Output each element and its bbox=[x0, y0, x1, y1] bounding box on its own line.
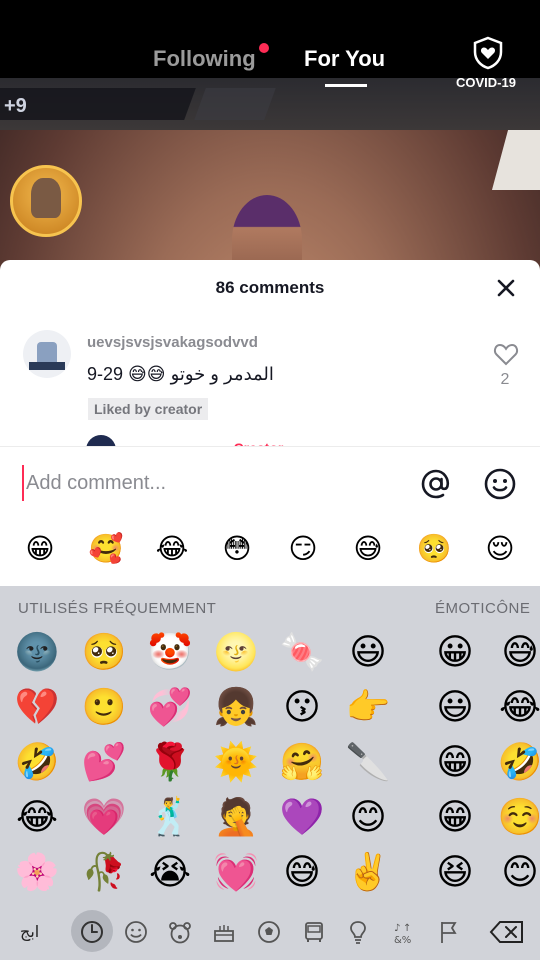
quick-emoji[interactable]: 😁 bbox=[20, 532, 60, 565]
keyboard-emoji[interactable]: 😃 bbox=[343, 628, 393, 678]
backspace-icon[interactable] bbox=[488, 914, 528, 950]
avatar-band bbox=[29, 362, 65, 370]
keyboard-emoji[interactable]: 😂 bbox=[495, 683, 540, 733]
shield-heart-icon[interactable] bbox=[472, 36, 504, 70]
keyboard-emoji[interactable]: 🤣 bbox=[495, 738, 540, 788]
keyboard-emoji[interactable]: 💞 bbox=[145, 683, 195, 733]
notification-dot bbox=[259, 43, 269, 53]
comment-panel: 86 comments uevsjsvsjsvakagsodvvd 9-29 😅… bbox=[0, 260, 540, 450]
keyboard-emoji[interactable]: 🙂 bbox=[79, 683, 129, 733]
svg-text:↑: ↑ bbox=[403, 923, 411, 934]
smiley-icon[interactable] bbox=[118, 914, 154, 950]
bear-icon[interactable] bbox=[162, 914, 198, 950]
bulb-icon[interactable] bbox=[340, 914, 376, 950]
keyboard-emoji[interactable]: 🌚 bbox=[12, 628, 62, 678]
keyboard-emoji[interactable]: 💕 bbox=[79, 738, 129, 788]
tab-active-indicator bbox=[325, 84, 367, 87]
section-label-emoticon: ÉMOTICÔNE bbox=[435, 600, 531, 617]
keyboard-emoji[interactable]: 😅 bbox=[495, 628, 540, 678]
heart-outline-icon[interactable] bbox=[493, 342, 519, 366]
quick-emoji[interactable]: 🥺 bbox=[414, 532, 454, 565]
quick-emoji[interactable]: 😌 bbox=[480, 532, 520, 565]
avatar[interactable] bbox=[23, 330, 71, 378]
comments-count-title: 86 comments bbox=[215, 278, 325, 297]
top-nav: Following For You COVID-19 bbox=[0, 0, 540, 100]
keyboard-emoji[interactable]: 😆 bbox=[430, 848, 480, 898]
player-avatar-badge bbox=[10, 165, 82, 237]
comment-input[interactable] bbox=[22, 465, 398, 501]
like-count: 2 bbox=[500, 371, 510, 388]
keyboard-emoji[interactable]: 🤣 bbox=[12, 738, 62, 788]
liked-by-creator-badge: Liked by creator bbox=[88, 398, 209, 420]
comment-input-bar bbox=[0, 446, 540, 517]
section-label-frequent: UTILISÉS FRÉQUEMMENT bbox=[18, 600, 217, 617]
flag-icon[interactable] bbox=[430, 914, 466, 950]
keyboard-emoji[interactable]: 🕺 bbox=[145, 793, 195, 843]
abc-key[interactable]: ابج bbox=[20, 922, 39, 942]
keyboard-emoji[interactable]: 😊 bbox=[343, 793, 393, 843]
keyboard-emoji[interactable]: 🤡 bbox=[145, 628, 195, 678]
keyboard-emoji[interactable]: 😂 bbox=[12, 793, 62, 843]
keyboard-emoji[interactable]: 🥀 bbox=[79, 848, 129, 898]
keyboard-emoji[interactable]: 😊 bbox=[495, 848, 540, 898]
keyboard-emoji[interactable]: 🥺 bbox=[79, 628, 129, 678]
keyboard-emoji[interactable]: 💜 bbox=[277, 793, 327, 843]
keyboard-emoji[interactable]: 🍬 bbox=[277, 628, 327, 678]
keyboard-emoji[interactable]: 🌹 bbox=[145, 738, 195, 788]
keyboard-emoji[interactable]: 😅 bbox=[277, 848, 327, 898]
comment-text: 9-29 😅😅 المدمر و خوتو bbox=[87, 364, 274, 384]
cake-icon[interactable] bbox=[206, 914, 242, 950]
clock-icon[interactable] bbox=[74, 914, 110, 950]
tab-for-you[interactable]: For You bbox=[304, 46, 385, 72]
smiley-icon[interactable] bbox=[483, 467, 517, 501]
svg-text:&%: &% bbox=[394, 935, 411, 946]
ball-icon[interactable] bbox=[251, 914, 287, 950]
quick-emoji[interactable]: 🥰 bbox=[86, 532, 126, 565]
keyboard-emoji[interactable]: ✌️ bbox=[343, 848, 393, 898]
emoji-keyboard: UTILISÉS FRÉQUEMMENT ÉMOTICÔNE 🌚 🥺 🤡 🌝 🍬… bbox=[0, 586, 540, 960]
keyboard-emoji[interactable]: 😗 bbox=[277, 683, 327, 733]
keyboard-emoji[interactable]: 🌞 bbox=[211, 738, 261, 788]
emoji-category-bar: ابج ♪ ↑ &% bbox=[0, 904, 540, 960]
quick-emoji[interactable]: 😳 bbox=[217, 532, 257, 565]
quick-emoji[interactable]: 😏 bbox=[283, 532, 323, 565]
quick-emoji[interactable]: 😂 bbox=[152, 532, 192, 565]
at-mention-icon[interactable] bbox=[419, 467, 453, 501]
keyboard-emoji[interactable]: 🔪 bbox=[343, 738, 393, 788]
close-icon[interactable] bbox=[494, 276, 518, 300]
keyboard-emoji[interactable]: 😃 bbox=[430, 683, 480, 733]
keyboard-emoji[interactable]: 🤦 bbox=[211, 793, 261, 843]
keyboard-emoji[interactable]: 😀 bbox=[430, 628, 480, 678]
hud-shape bbox=[491, 130, 540, 190]
keyboard-emoji[interactable]: 🌸 bbox=[12, 848, 62, 898]
tab-following[interactable]: Following bbox=[153, 46, 256, 72]
keyboard-emoji[interactable]: ☺️ bbox=[495, 793, 540, 843]
symbols-icon[interactable]: ♪ ↑ &% bbox=[385, 914, 421, 950]
keyboard-emoji[interactable]: 💓 bbox=[211, 848, 261, 898]
keyboard-emoji[interactable]: 😁 bbox=[430, 738, 480, 788]
keyboard-emoji[interactable]: 🤗 bbox=[277, 738, 327, 788]
keyboard-emoji[interactable]: 😁 bbox=[430, 793, 480, 843]
keyboard-emoji[interactable]: 👉 bbox=[343, 683, 393, 733]
comment-username[interactable]: uevsjsvsjsvakagsodvvd bbox=[87, 334, 258, 351]
keyboard-emoji[interactable]: 💔 bbox=[12, 683, 62, 733]
keyboard-emoji[interactable]: 👧 bbox=[211, 683, 261, 733]
keyboard-emoji[interactable]: 💗 bbox=[79, 793, 129, 843]
quick-emoji[interactable]: 😅 bbox=[348, 532, 388, 565]
covid-label[interactable]: COVID-19 bbox=[456, 75, 516, 90]
quick-emoji-row: 😁 🥰 😂 😳 😏 😅 🥺 😌 bbox=[0, 516, 540, 586]
svg-text:♪: ♪ bbox=[394, 923, 400, 934]
car-icon[interactable] bbox=[296, 914, 332, 950]
keyboard-emoji[interactable]: 🌝 bbox=[211, 628, 261, 678]
keyboard-emoji[interactable]: 😭 bbox=[145, 848, 195, 898]
